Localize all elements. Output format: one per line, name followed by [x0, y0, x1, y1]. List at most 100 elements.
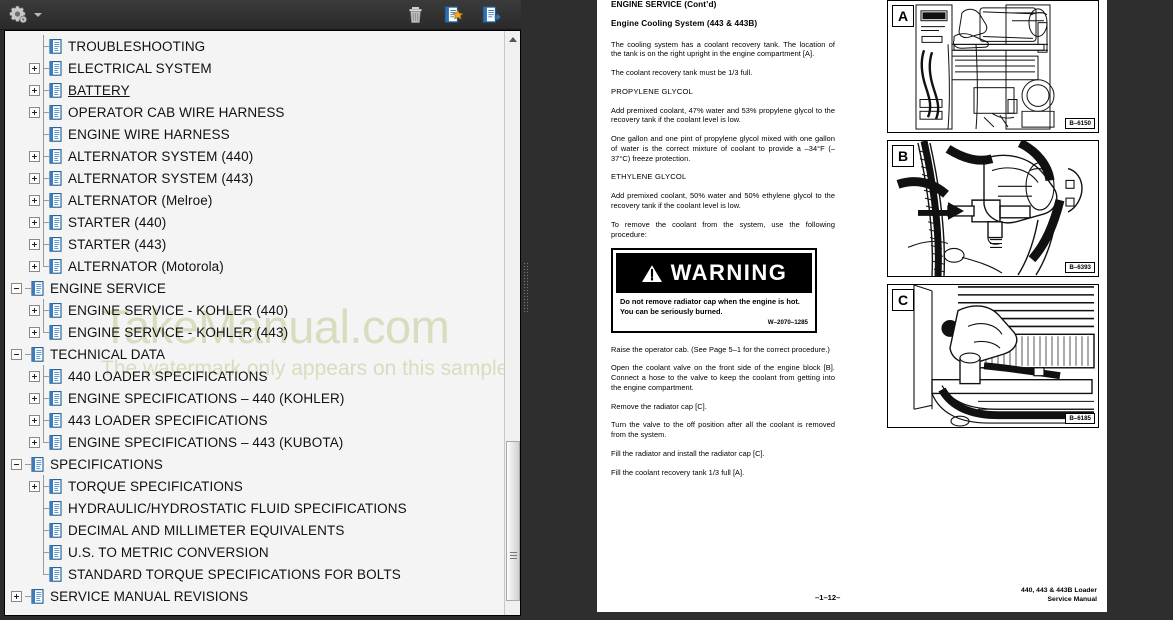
- goto-document-icon[interactable]: [479, 4, 503, 26]
- expand-node-icon[interactable]: [29, 62, 40, 74]
- trash-icon[interactable]: [403, 4, 427, 26]
- bookmark-document-icon: [49, 324, 62, 340]
- paragraph-remove-cap: Remove the radiator cap [C].: [611, 401, 707, 411]
- bookmark-label: STANDARD TORQUE SPECIFICATIONS FOR BOLTS: [68, 566, 401, 582]
- gear-icon[interactable]: [6, 4, 30, 26]
- bookmark-item[interactable]: ALTERNATOR (Melroe): [5, 189, 504, 211]
- expand-node-icon[interactable]: [29, 436, 40, 448]
- bookmark-item[interactable]: ALTERNATOR SYSTEM (440): [5, 145, 504, 167]
- bookmark-item[interactable]: ENGINE SERVICE: [5, 277, 504, 299]
- bookmark-document-icon: [49, 500, 62, 516]
- collapse-node-icon[interactable]: [11, 348, 22, 360]
- expand-node-icon[interactable]: [29, 326, 40, 338]
- bookmark-item[interactable]: DECIMAL AND MILLIMETER EQUIVALENTS: [5, 519, 504, 541]
- expand-node-icon[interactable]: [29, 414, 40, 426]
- bookmark-document-icon: [49, 126, 62, 142]
- bookmark-item[interactable]: SERVICE MANUAL REVISIONS: [5, 585, 504, 607]
- bookmark-item[interactable]: ENGINE SERVICE - KOHLER (440): [5, 299, 504, 321]
- expand-node-icon[interactable]: [29, 392, 40, 404]
- paragraph-procedure-intro: To remove the coolant from the system, u…: [611, 219, 835, 239]
- expand-node-icon[interactable]: [11, 590, 22, 602]
- bookmark-document-icon: [49, 412, 62, 428]
- pane-splitter[interactable]: [521, 0, 531, 620]
- bookmark-document-icon: [49, 38, 62, 54]
- bookmark-document-icon: [49, 302, 62, 318]
- bookmark-item[interactable]: 443 LOADER SPECIFICATIONS: [5, 409, 504, 431]
- bookmark-item[interactable]: U.S. TO METRIC CONVERSION: [5, 541, 504, 563]
- collapse-node-icon[interactable]: [11, 282, 22, 294]
- bookmark-label: TROUBLESHOOTING: [68, 38, 206, 54]
- expand-node-icon[interactable]: [29, 150, 40, 162]
- figure-b-label: B: [892, 145, 914, 167]
- heading-ethylene-glycol: ETHYLENE GLYCOL: [611, 172, 687, 182]
- bookmark-item[interactable]: SPECIFICATIONS: [5, 453, 504, 475]
- bookmark-item[interactable]: TORQUE SPECIFICATIONS: [5, 475, 504, 497]
- warning-message: Do not remove radiator cap when the engi…: [620, 297, 800, 317]
- paragraph-fill-recovery-tank: Fill the coolant recovery tank 1/3 full …: [611, 467, 745, 477]
- warning-triangle-icon: [641, 264, 663, 283]
- document-subheader: Engine Cooling System (443 & 443B): [611, 19, 758, 29]
- bookmark-document-icon: [49, 478, 62, 494]
- bookmark-item[interactable]: 440 LOADER SPECIFICATIONS: [5, 365, 504, 387]
- bookmark-item[interactable]: ELECTRICAL SYSTEM: [5, 57, 504, 79]
- bookmark-label: TORQUE SPECIFICATIONS: [68, 478, 243, 494]
- bookmarks-toolbar: [0, 0, 521, 30]
- bookmark-label: ENGINE SERVICE: [50, 280, 166, 296]
- bookmark-item[interactable]: ENGINE SPECIFICATIONS – 443 (KUBOTA): [5, 431, 504, 453]
- bookmark-label: 443 LOADER SPECIFICATIONS: [68, 412, 268, 428]
- pdf-reader-window: TROUBLESHOOTING ELECTRICAL SYSTEM BATTERY O…: [0, 0, 1173, 620]
- bookmark-label: STARTER (443): [68, 236, 167, 252]
- bookmark-item[interactable]: ENGINE WIRE HARNESS: [5, 123, 504, 145]
- expand-node-icon[interactable]: [29, 106, 40, 118]
- bookmark-item[interactable]: ENGINE SPECIFICATIONS – 440 (KOHLER): [5, 387, 504, 409]
- manual-subtitle: Service Manual: [1047, 595, 1098, 603]
- collapse-node-icon[interactable]: [11, 458, 22, 470]
- document-text-column: ENGINE SERVICE (Cont’d) Engine Cooling S…: [611, 0, 835, 487]
- bookmark-item[interactable]: TECHNICAL DATA: [5, 343, 504, 365]
- document-figure-column: A B–6150 B B–6393 C B–6185: [887, 0, 1099, 435]
- page-footer: –1–12– 440, 443 & 443B Loader Service Ma…: [597, 578, 1107, 604]
- bookmark-document-icon: [49, 522, 62, 538]
- bookmark-document-icon: [49, 236, 62, 252]
- scrollbar-thumb[interactable]: [506, 441, 520, 601]
- expand-node-icon[interactable]: [29, 194, 40, 206]
- bookmark-item[interactable]: ALTERNATOR SYSTEM (443): [5, 167, 504, 189]
- paragraph-tank-level: The coolant recovery tank must be 1/3 fu…: [611, 68, 753, 78]
- bookmark-document-icon: [49, 104, 62, 120]
- bookmark-label: ALTERNATOR SYSTEM (443): [68, 170, 254, 186]
- bookmark-item[interactable]: ENGINE SERVICE - KOHLER (443): [5, 321, 504, 343]
- expand-node-icon[interactable]: [29, 84, 40, 96]
- expand-node-icon[interactable]: [29, 370, 40, 382]
- warning-code: W–2070–1285: [767, 318, 808, 326]
- expand-node-icon[interactable]: [29, 260, 40, 272]
- bookmark-label: U.S. TO METRIC CONVERSION: [68, 544, 269, 560]
- expand-node-icon[interactable]: [29, 216, 40, 228]
- bookmark-item[interactable]: HYDRAULIC/HYDROSTATIC FLUID SPECIFICATIO…: [5, 497, 504, 519]
- expand-node-icon[interactable]: [29, 238, 40, 250]
- new-bookmark-document-icon[interactable]: [441, 4, 465, 26]
- expand-node-icon[interactable]: [29, 480, 40, 492]
- bookmark-item[interactable]: STARTER (440): [5, 211, 504, 233]
- bookmark-item[interactable]: TROUBLESHOOTING: [5, 35, 504, 57]
- bookmark-document-icon: [49, 82, 62, 98]
- document-viewer[interactable]: ENGINE SERVICE (Cont’d) Engine Cooling S…: [531, 0, 1173, 620]
- bookmark-label: ELECTRICAL SYSTEM: [68, 60, 212, 76]
- bookmarks-vertical-scrollbar[interactable]: [504, 31, 520, 615]
- expand-node-icon[interactable]: [29, 172, 40, 184]
- figure-a-code: B–6150: [1065, 118, 1095, 129]
- expand-node-icon[interactable]: [29, 304, 40, 316]
- bookmark-item[interactable]: OPERATOR CAB WIRE HARNESS: [5, 101, 504, 123]
- bookmark-document-icon: [49, 390, 62, 406]
- bookmark-item[interactable]: STANDARD TORQUE SPECIFICATIONS FOR BOLTS: [5, 563, 504, 585]
- bookmark-document-icon: [49, 368, 62, 384]
- bookmark-item[interactable]: ALTERNATOR (Motorola): [5, 255, 504, 277]
- figure-c-code: B–6185: [1065, 413, 1095, 424]
- chevron-down-icon[interactable]: [34, 12, 42, 17]
- paragraph-fill-radiator: Fill the radiator and install the radiat…: [611, 449, 765, 459]
- bookmark-document-icon: [49, 148, 62, 164]
- bookmark-label: ALTERNATOR SYSTEM (440): [68, 148, 254, 164]
- bookmark-item[interactable]: STARTER (443): [5, 233, 504, 255]
- scroll-up-arrow-icon[interactable]: [505, 31, 520, 47]
- bookmark-item[interactable]: BATTERY: [5, 79, 504, 101]
- bookmark-document-icon: [31, 346, 44, 362]
